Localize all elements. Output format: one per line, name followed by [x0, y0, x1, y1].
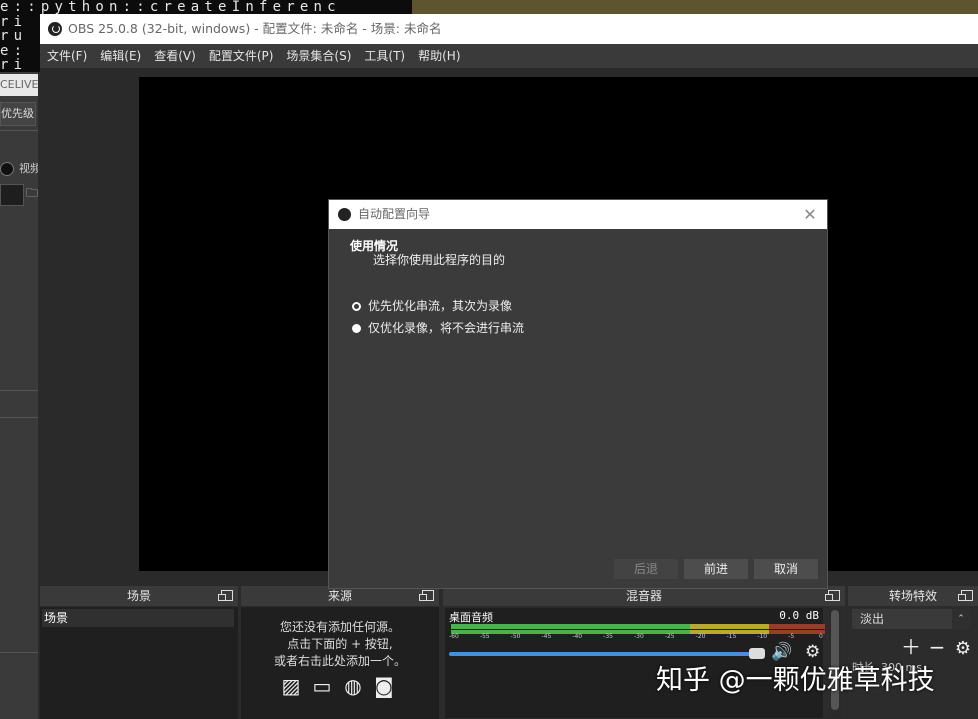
menu-help[interactable]: 帮助(H) — [411, 44, 466, 68]
sources-dock-title: 来源 — [327, 589, 352, 603]
meter-tick-label: -45 — [541, 633, 552, 640]
menu-bar: 文件(F) 编辑(E) 查看(V) 配置文件(P) 场景集合(S) 工具(T) 帮助(H) — [40, 44, 978, 68]
display-icon: ▭ — [312, 674, 332, 698]
meter-tick-label: -35 — [603, 633, 613, 640]
radio-icon[interactable] — [352, 324, 361, 333]
undock-icon[interactable] — [958, 590, 973, 601]
menu-edit[interactable]: 编辑(E) — [93, 44, 147, 68]
close-icon[interactable]: ✕ — [801, 205, 819, 224]
obs-logo-icon — [48, 22, 62, 36]
meter-tick-label: -40 — [572, 633, 583, 640]
menu-tools[interactable]: 工具(T) — [357, 44, 411, 68]
menu-profile[interactable]: 配置文件(P) — [202, 44, 280, 68]
add-transition-icon[interactable]: ＋ — [898, 631, 924, 660]
remove-transition-icon[interactable]: − — [924, 635, 950, 659]
background-window-strip — [412, 0, 978, 14]
radio-icon — [0, 162, 14, 176]
dialog-title: 自动配置向导 — [358, 207, 431, 221]
background-input — [0, 184, 24, 206]
audio-meter-left — [451, 624, 825, 629]
radio-selected-icon[interactable] — [352, 302, 361, 311]
background-app-panel: CELIVE 优先级 视频 🗀 — [0, 72, 38, 719]
scenes-dock-title: 场景 — [126, 589, 151, 603]
chevron-updown-icon: ⌃ — [952, 609, 970, 629]
menu-scene-collection[interactable]: 场景集合(S) — [279, 44, 357, 68]
background-tab: CELIVE — [0, 74, 38, 96]
cancel-button[interactable]: 取消 — [754, 559, 818, 579]
option-stream-priority[interactable]: 优先优化串流，其次为录像 — [352, 297, 512, 314]
meter-tick-label: -25 — [664, 633, 675, 640]
watermark: 知乎 @一颗优雅草科技 — [656, 665, 935, 696]
video-option: 视频 — [0, 160, 38, 176]
dialog-titlebar: 自动配置向导 ✕ — [329, 200, 827, 229]
scene-item[interactable]: 场景 — [42, 609, 234, 627]
meter-tick-label: -60 — [449, 633, 459, 640]
undock-icon[interactable] — [419, 590, 434, 601]
auto-config-dialog: 自动配置向导 ✕ 使用情况 选择你使用此程序的目的 优先优化串流，其次为录像 仅… — [328, 199, 828, 589]
transition-gear-icon[interactable]: ⚙ — [950, 638, 976, 659]
sources-list[interactable]: 您还没有添加任何源。 点击下面的 + 按钮, 或者右击此处添加一个。 ▨ ▭ ◍ ◙ — [241, 607, 439, 719]
back-button[interactable]: 后退 — [614, 559, 678, 579]
meter-tick-label: -30 — [634, 633, 644, 640]
volume-slider[interactable] — [449, 652, 763, 656]
window-title: OBS 25.0.8 (32-bit, windows) - 配置文件: 未命名… — [68, 21, 442, 36]
mixer-dock-title: 混音器 — [625, 589, 662, 603]
meter-tick-label: -10 — [757, 633, 768, 640]
scenes-list[interactable]: 场景 — [40, 607, 238, 719]
image-icon: ▨ — [281, 674, 301, 698]
meter-tick-label: 0 — [819, 633, 823, 640]
menu-file[interactable]: 文件(F) — [40, 44, 93, 68]
meter-tick-label: -55 — [479, 633, 490, 640]
undock-icon[interactable] — [825, 590, 840, 601]
channel-db-readout: 0.0 dB — [779, 609, 819, 622]
transition-select[interactable]: 淡出 ⌃ — [852, 609, 970, 629]
folder-icon: 🗀 — [26, 186, 38, 200]
meter-tick-label: -50 — [510, 633, 521, 640]
meter-tick-label: -5 — [788, 633, 795, 640]
channel-name: 桌面音频 — [449, 611, 493, 624]
meter-tick-label: -15 — [726, 633, 737, 640]
undock-icon[interactable] — [218, 590, 233, 601]
section-subtitle: 选择你使用此程序的目的 — [373, 253, 506, 267]
globe-icon: ◍ — [344, 674, 362, 698]
transitions-dock-title: 转场特效 — [888, 589, 937, 603]
mixer-dock: 混音器 桌面音频 0.0 dB -60 -55 -50 -45 -40 -35 -30 -25… — [443, 586, 845, 719]
sources-empty-hint: 您还没有添加任何源。 点击下面的 + 按钮, 或者右击此处添加一个。 — [273, 620, 406, 668]
option-record-only[interactable]: 仅优化录像，将不会进行串流 — [352, 319, 524, 336]
window-titlebar: OBS 25.0.8 (32-bit, windows) - 配置文件: 未命名… — [40, 14, 978, 44]
menu-view[interactable]: 查看(V) — [147, 44, 202, 68]
sources-dock: 来源 您还没有添加任何源。 点击下面的 + 按钮, 或者右击此处添加一个。 ▨ ▭… — [241, 586, 439, 719]
next-button[interactable]: 前进 — [684, 559, 748, 579]
camera-icon: ◙ — [374, 674, 394, 698]
scenes-dock: 场景 场景 — [40, 586, 238, 719]
meter-tick-label: -20 — [695, 633, 706, 640]
priority-field: 优先级 — [0, 102, 36, 126]
transitions-dock: 转场特效 淡出 ⌃ ＋ − ⚙ 时长 300 ms — [848, 586, 978, 719]
obs-logo-icon — [338, 208, 351, 221]
